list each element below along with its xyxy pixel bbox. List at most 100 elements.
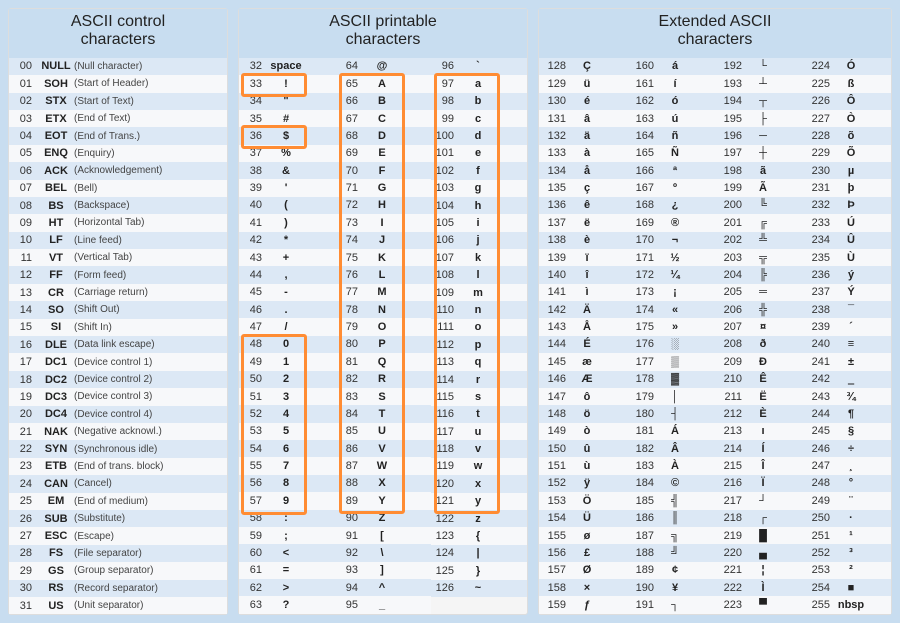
ascii-code: 231 (806, 182, 836, 194)
extended-row: 181Á (627, 423, 715, 440)
ascii-code: 20 (12, 408, 38, 420)
printable-row: 79O (335, 318, 431, 335)
control-row: 20DC4(Device control 4) (9, 406, 227, 423)
ascii-code: 49 (242, 356, 268, 368)
ascii-char: ┼ (748, 147, 778, 159)
extended-row: 145æ (539, 353, 627, 370)
extended-row: 249¨ (803, 492, 891, 509)
ascii-char: { (460, 530, 496, 542)
extended-row: 192└ (715, 58, 803, 75)
extended-row: 238¯ (803, 301, 891, 318)
ascii-code: 61 (242, 564, 268, 576)
ascii-char: & (268, 165, 304, 177)
ascii-char: ¡ (660, 286, 690, 298)
ascii-code: 57 (242, 495, 268, 507)
printable-row: 33! (239, 75, 335, 92)
printable-row: 66B (335, 93, 431, 110)
ascii-char: 0 (268, 338, 304, 350)
ascii-char: N (364, 304, 400, 316)
ascii-code: 222 (718, 582, 748, 594)
printable-row: 71G (335, 179, 431, 196)
ascii-code: 162 (630, 95, 660, 107)
ascii-char: u (460, 426, 496, 438)
printable-row: 80P (335, 336, 431, 353)
printable-row: 65A (335, 75, 431, 92)
ascii-code: 175 (630, 321, 660, 333)
ascii-char: 4 (268, 408, 304, 420)
control-header: ASCII controlcharacters (9, 9, 227, 58)
ascii-char: j (460, 234, 496, 246)
printable-row: 546 (239, 440, 335, 457)
ascii-char: ü (572, 78, 602, 90)
ascii-char: SI (38, 321, 74, 333)
ascii-char: \ (364, 547, 400, 559)
extended-row: 136ê (539, 197, 627, 214)
ascii-char: ´ (836, 321, 866, 333)
ascii-char: A (364, 78, 400, 90)
ascii-code: 125 (434, 565, 460, 577)
printable-row: 107k (431, 249, 527, 266)
extended-row: 225ß (803, 75, 891, 92)
ascii-code: 246 (806, 443, 836, 455)
printable-row: 76L (335, 266, 431, 283)
extended-row: 165Ñ (627, 145, 715, 162)
printable-row: 87W (335, 457, 431, 474)
ascii-char: S (364, 391, 400, 403)
control-row: 23ETB(End of trans. block) (9, 458, 227, 475)
ascii-char: ä (572, 130, 602, 142)
ascii-code: 113 (434, 356, 460, 368)
control-row: 18DC2(Device control 2) (9, 371, 227, 388)
ascii-char: } (460, 565, 496, 577)
extended-row: 176░ (627, 336, 715, 353)
ascii-char: Y (364, 495, 400, 507)
ascii-char: ¢ (660, 564, 690, 576)
ascii-char: Ò (836, 113, 866, 125)
ascii-code: 99 (434, 113, 460, 125)
extended-row: 187╗ (627, 527, 715, 544)
ascii-code: 33 (242, 78, 268, 90)
ascii-code: 182 (630, 443, 660, 455)
ascii-char: n (460, 304, 496, 316)
ascii-char: ³ (836, 547, 866, 559)
printable-row: 63? (239, 596, 335, 613)
ascii-char: Ð (748, 356, 778, 368)
ascii-desc: (Carriage return) (74, 287, 224, 298)
printable-row: 114r (431, 371, 527, 388)
printable-row: 34" (239, 93, 335, 110)
ascii-desc: (Substitute) (74, 513, 224, 524)
ascii-char: VT (38, 252, 74, 264)
control-row: 06ACK(Acknowledgement) (9, 162, 227, 179)
ascii-char: w (460, 460, 496, 472)
ascii-char: J (364, 234, 400, 246)
extended-row: 233Ú (803, 214, 891, 231)
ascii-code: 65 (338, 78, 364, 90)
ascii-code: 133 (542, 147, 572, 159)
ascii-code: 152 (542, 477, 572, 489)
printable-row: 81Q (335, 353, 431, 370)
ascii-char: U (364, 425, 400, 437)
extended-row: 207¤ (715, 318, 803, 335)
ascii-code: 232 (806, 199, 836, 211)
ascii-code: 26 (12, 513, 38, 525)
ascii-code: 42 (242, 234, 268, 246)
ascii-code: 217 (718, 495, 748, 507)
control-row: 22SYN(Synchronous idle) (9, 440, 227, 457)
printable-row: 118v (431, 440, 527, 457)
ascii-code: 09 (12, 217, 38, 229)
control-row: 15SI(Shift In) (9, 319, 227, 336)
ascii-desc: (Negative acknowl.) (74, 426, 224, 437)
ascii-code: 144 (542, 338, 572, 350)
ascii-code: 112 (434, 339, 460, 351)
ascii-char: ç (572, 182, 602, 194)
extended-row: 232Þ (803, 197, 891, 214)
printable-row: 86V (335, 440, 431, 457)
ascii-code: 75 (338, 252, 364, 264)
printable-row: 101e (431, 145, 527, 162)
ascii-char: ð (748, 338, 778, 350)
printable-row: 74J (335, 232, 431, 249)
ascii-code: 67 (338, 113, 364, 125)
extended-row: 214Í (715, 440, 803, 457)
ascii-code: 78 (338, 304, 364, 316)
ascii-code: 235 (806, 252, 836, 264)
ascii-char: ~ (460, 582, 496, 594)
